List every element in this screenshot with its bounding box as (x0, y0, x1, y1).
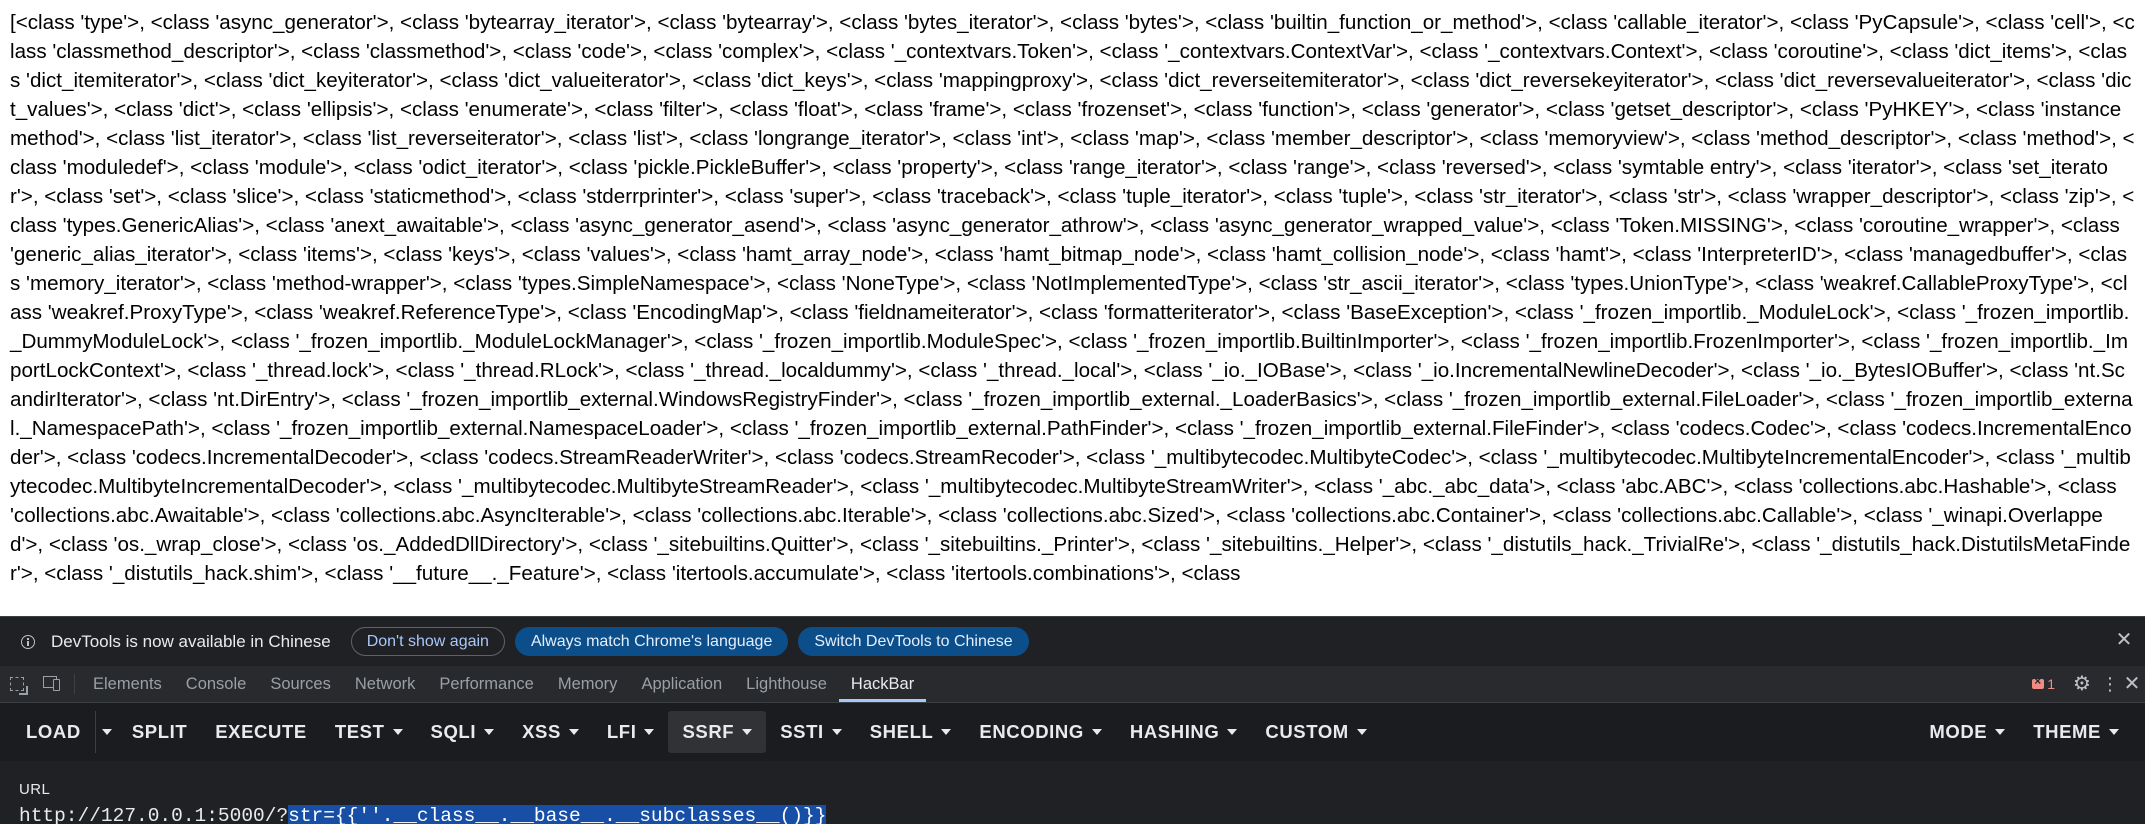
xss-menu-button[interactable]: XSS (508, 711, 593, 753)
hackbar-url-area: URL http://127.0.0.1:5000/?str={{''.__cl… (0, 761, 2145, 824)
error-icon (2032, 674, 2045, 689)
lfi-menu-label: LFI (606, 721, 637, 742)
more-options-icon[interactable]: ⋮ (2101, 673, 2119, 695)
chevron-down-icon (1995, 729, 2006, 735)
chevron-down-icon (1091, 729, 1102, 735)
devtools-tabbar: Elements Console Sources Network Perform… (0, 666, 2145, 703)
language-infobar: DevTools is now available in Chinese Don… (0, 617, 2145, 667)
inspect-icon (10, 677, 24, 691)
inspect-element-button[interactable] (0, 666, 34, 702)
mode-menu-button[interactable]: MODE (1915, 711, 2019, 753)
page-output-area: [<class 'type'>, <class 'async_generator… (0, 0, 2145, 616)
shell-menu-button[interactable]: SHELL (856, 711, 966, 753)
chevron-down-icon (101, 729, 112, 735)
ssrf-menu-button[interactable]: SSRF (668, 711, 767, 753)
device-icon (41, 676, 61, 692)
tab-console[interactable]: Console (174, 666, 259, 702)
device-toolbar-button[interactable] (34, 666, 68, 702)
theme-menu-button[interactable]: THEME (2019, 711, 2133, 753)
url-input[interactable]: http://127.0.0.1:5000/?str={{''.__class_… (19, 805, 827, 824)
tab-performance[interactable]: Performance (427, 666, 545, 702)
load-button-group: LOAD (12, 711, 118, 753)
chevron-down-icon (1227, 729, 1238, 735)
chevron-down-icon (392, 729, 403, 735)
shell-menu-label: SHELL (869, 721, 934, 742)
settings-gear-icon[interactable]: ⚙ (2071, 673, 2093, 695)
url-label: URL (19, 781, 51, 798)
tab-memory[interactable]: Memory (546, 666, 630, 702)
sqli-menu-label: SQLI (430, 721, 477, 742)
tab-application[interactable]: Application (629, 666, 734, 702)
page-output-text: [<class 'type'>, <class 'async_generator… (10, 11, 2135, 585)
mode-menu-label: MODE (1929, 721, 1988, 742)
sqli-menu-button[interactable]: SQLI (417, 711, 509, 753)
ssrf-menu-label: SSRF (682, 721, 735, 742)
xss-menu-label: XSS (522, 721, 561, 742)
tabbar-divider (74, 674, 75, 694)
tab-sources[interactable]: Sources (258, 666, 343, 702)
split-button[interactable]: SPLIT (118, 711, 201, 753)
error-count-badge[interactable]: 1 (2032, 674, 2055, 692)
dont-show-again-button[interactable]: Don't show again (350, 627, 505, 656)
tab-hackbar[interactable]: HackBar (838, 666, 927, 702)
devtools-right-controls: 1 ⚙ ⋮ ✕ (2032, 666, 2145, 702)
chevron-down-icon (1356, 729, 1367, 735)
chevron-down-icon (568, 729, 579, 735)
always-match-language-button[interactable]: Always match Chrome's language (514, 627, 789, 656)
execute-button[interactable]: EXECUTE (201, 711, 321, 753)
tab-lighthouse[interactable]: Lighthouse (734, 666, 839, 702)
custom-menu-label: CUSTOM (1265, 721, 1349, 742)
ssti-menu-button[interactable]: SSTI (766, 711, 856, 753)
url-selected-text: str={{''.__class__.__base__.__subclasses… (288, 805, 827, 824)
infobar-close-icon[interactable]: ✕ (2115, 630, 2133, 650)
ssti-menu-label: SSTI (780, 721, 824, 742)
load-dropdown-button[interactable] (94, 711, 118, 753)
chevron-down-icon (2109, 729, 2119, 735)
devtools-panel: DevTools is now available in Chinese Don… (0, 616, 2145, 824)
tab-network[interactable]: Network (343, 666, 428, 702)
hashing-menu-label: HASHING (1129, 721, 1220, 742)
chevron-down-icon (941, 729, 952, 735)
infobar-message: DevTools is now available in Chinese (51, 631, 331, 651)
test-menu-button[interactable]: TEST (321, 711, 417, 753)
info-icon (21, 634, 35, 649)
chevron-down-icon (831, 729, 842, 735)
theme-menu-label: THEME (2033, 721, 2101, 742)
chevron-down-icon (484, 729, 495, 735)
hackbar-toolbar: LOAD SPLIT EXECUTE TEST SQLI XSS LFI SSR… (0, 703, 2145, 761)
hashing-menu-button[interactable]: HASHING (1116, 711, 1252, 753)
load-button[interactable]: LOAD (12, 711, 95, 753)
encoding-menu-label: ENCODING (979, 721, 1084, 742)
tab-elements[interactable]: Elements (81, 666, 174, 702)
test-menu-label: TEST (334, 721, 385, 742)
chevron-down-icon (742, 729, 753, 735)
hackbar-right-controls: MODE THEME (1915, 711, 2133, 753)
chevron-down-icon (644, 729, 655, 735)
close-devtools-icon[interactable]: ✕ (2123, 673, 2141, 695)
custom-menu-button[interactable]: CUSTOM (1251, 711, 1380, 753)
switch-devtools-language-button[interactable]: Switch DevTools to Chinese (798, 627, 1029, 656)
error-count: 1 (2047, 676, 2055, 692)
url-text: http://127.0.0.1:5000/? (19, 805, 289, 824)
encoding-menu-button[interactable]: ENCODING (965, 711, 1116, 753)
lfi-menu-button[interactable]: LFI (593, 711, 669, 753)
